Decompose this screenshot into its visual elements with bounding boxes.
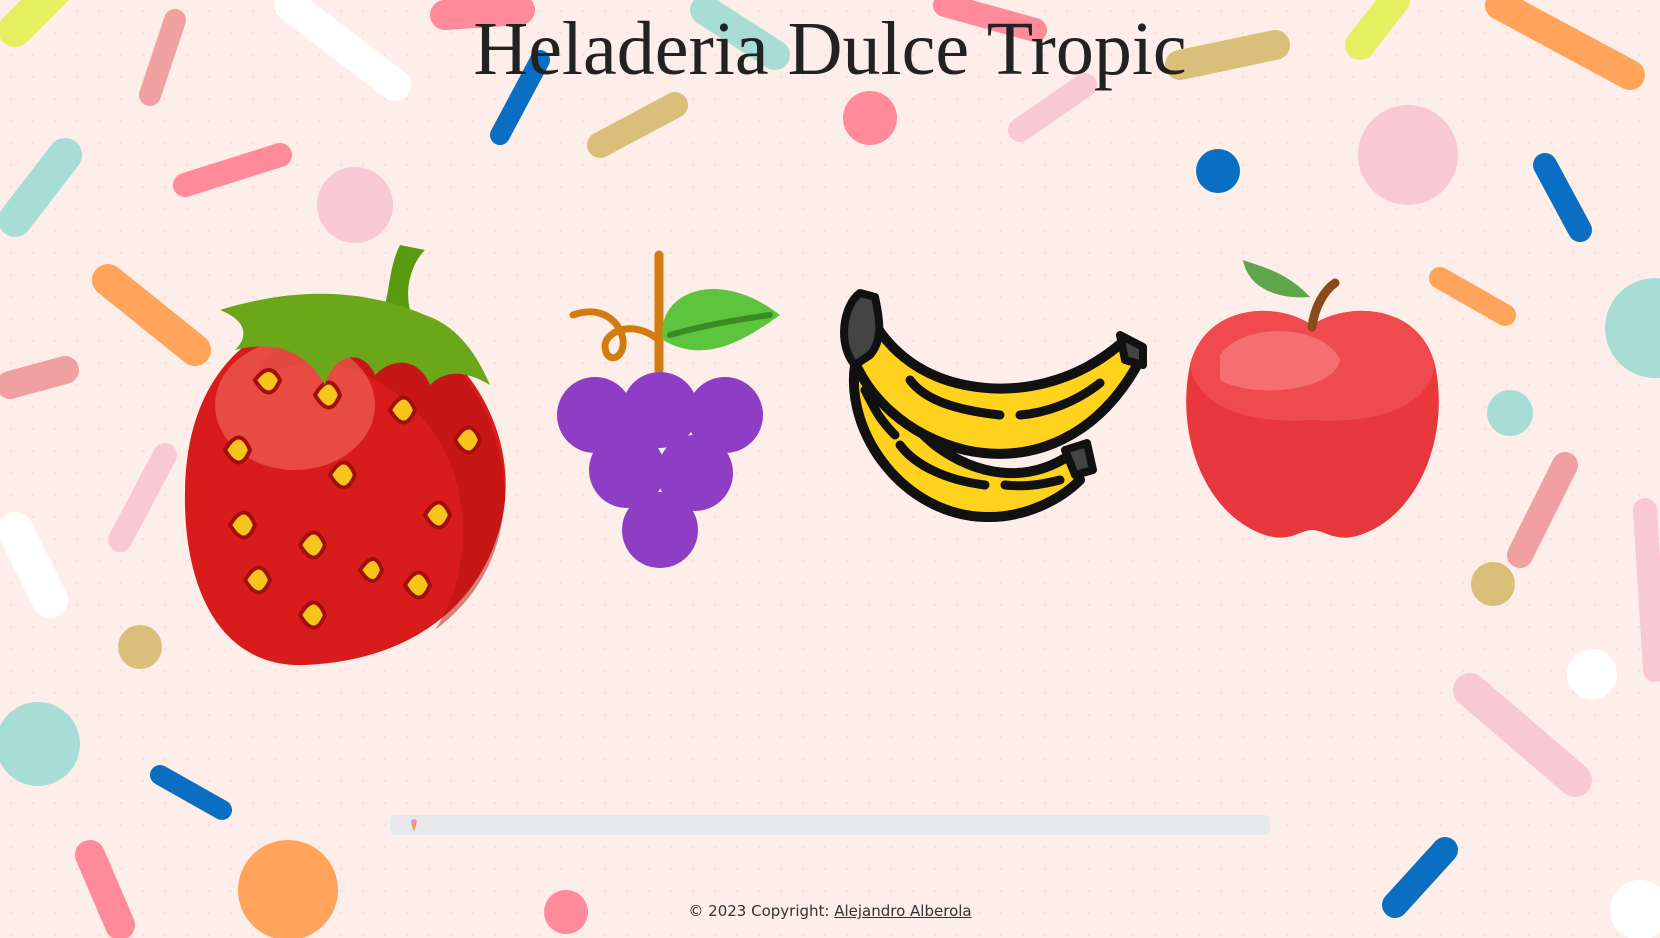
page-title: Heladeria Dulce Tropic xyxy=(473,7,1187,91)
grapes-icon xyxy=(557,250,780,568)
progress-bar xyxy=(390,815,1270,835)
apple-icon xyxy=(1186,260,1439,538)
copyright-text: © 2023 Copyright: xyxy=(688,902,835,920)
ice-cream-icon xyxy=(411,819,417,832)
banana-icon xyxy=(840,289,1147,523)
footer: © 2023 Copyright: Alejandro Alberola xyxy=(0,902,1660,920)
author-link[interactable]: Alejandro Alberola xyxy=(834,902,971,920)
strawberry-icon xyxy=(184,245,506,666)
progress-fill xyxy=(390,815,408,835)
